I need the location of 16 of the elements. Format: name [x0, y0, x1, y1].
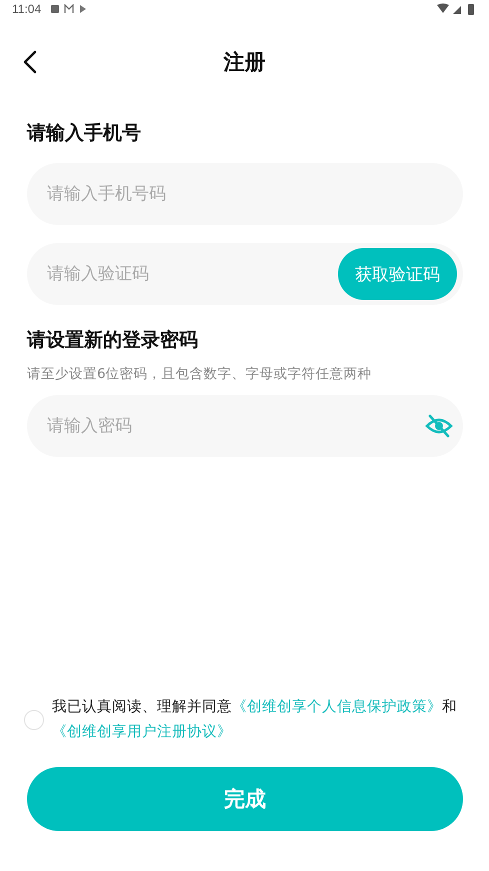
agreement-checkbox[interactable]	[24, 710, 44, 730]
agreement-text: 我已认真阅读、理解并同意《创维创享个人信息保护政策》和 《创维创享用户注册协议》	[52, 698, 458, 742]
page-title: 注册	[224, 49, 266, 76]
agreement-link[interactable]: 《创维创享个人信息保护政策》	[232, 699, 442, 715]
status-time: 11:04	[12, 2, 42, 16]
agreement-link[interactable]: 《创维创享用户注册协议》	[52, 724, 232, 740]
password-hint: 请至少设置6位密码，且包含数字、字母或字符任意两种	[27, 365, 373, 383]
system-status-icons	[437, 3, 475, 15]
eye-icon[interactable]	[425, 414, 453, 438]
password-field[interactable]: 请输入密码	[27, 395, 463, 457]
back-icon[interactable]	[23, 50, 37, 74]
section-title: 请输入手机号	[27, 121, 142, 146]
section-title: 请设置新的登录密码	[27, 328, 199, 353]
done-button[interactable]: 完成	[27, 767, 463, 831]
get-code-button[interactable]: 获取验证码	[338, 248, 457, 300]
phone-field[interactable]: 请输入手机号码	[27, 163, 463, 225]
